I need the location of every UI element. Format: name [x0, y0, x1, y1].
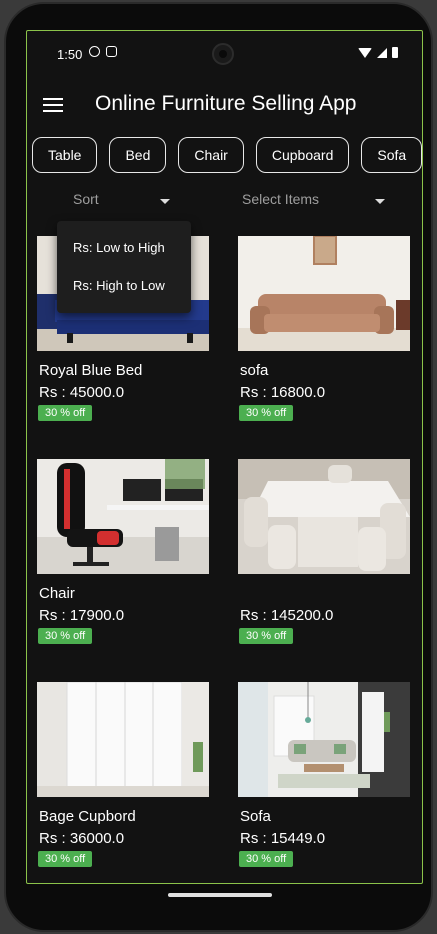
product-image-cupboard: [37, 682, 209, 797]
chip-sofa[interactable]: Sofa: [361, 137, 422, 173]
discount-badge: 30 % off: [38, 628, 93, 644]
status-right-icons: [358, 47, 398, 58]
home-indicator[interactable]: [168, 893, 272, 897]
app-bar: Online Furniture Selling App: [27, 87, 422, 127]
filter-row: Sort Select Items: [27, 191, 422, 215]
chip-cupboard[interactable]: Cupboard: [255, 137, 350, 173]
sort-option-low-to-high[interactable]: Rs: Low to High: [73, 240, 165, 255]
product-name: Chair: [39, 585, 75, 602]
product-card[interactable]: Chair Rs : 17900.0 30 % off: [37, 459, 209, 644]
discount-badge: 30 % off: [38, 851, 93, 867]
menu-icon[interactable]: [43, 98, 63, 114]
product-price: Rs : 16800.0: [240, 384, 326, 401]
screenshot-icon: [106, 46, 117, 57]
product-image-sofa: [238, 236, 410, 351]
sort-menu: Rs: Low to High Rs: High to Low: [57, 221, 191, 313]
product-card[interactable]: sofa Rs : 16800.0 30 % off: [238, 236, 410, 421]
product-name: Royal Blue Bed: [39, 362, 143, 379]
product-card[interactable]: Sofa Rs : 15449.0 30 % off: [238, 682, 410, 867]
signal-icon: [377, 47, 387, 58]
product-price: Rs : 145200.0: [240, 607, 334, 624]
product-price: Rs : 15449.0: [240, 830, 326, 847]
battery-icon: [392, 47, 398, 58]
sort-dropdown[interactable]: Sort: [73, 191, 173, 207]
select-items-label: Select Items: [242, 191, 320, 207]
product-image-chair: [37, 459, 209, 574]
status-bar: 1:50: [27, 31, 422, 75]
discount-badge: 30 % off: [239, 628, 294, 644]
product-card[interactable]: Bage Cupbord Rs : 36000.0 30 % off: [37, 682, 209, 867]
status-left-icons: [89, 46, 117, 57]
app-title: Online Furniture Selling App: [95, 92, 357, 115]
chevron-down-icon: [160, 199, 170, 204]
sort-label: Sort: [73, 191, 99, 207]
chip-table[interactable]: Table: [32, 137, 98, 173]
sort-option-high-to-low[interactable]: Rs: High to Low: [73, 278, 165, 293]
front-camera: [212, 43, 234, 65]
chip-chair[interactable]: Chair: [178, 137, 244, 173]
chip-bed[interactable]: Bed: [109, 137, 167, 173]
status-time: 1:50: [57, 47, 83, 62]
chevron-down-icon: [375, 199, 385, 204]
select-items-dropdown[interactable]: Select Items: [242, 191, 392, 207]
product-price: Rs : 45000.0: [39, 384, 125, 401]
phone-frame: 1:50 Online Furniture Selling App Table …: [4, 2, 433, 932]
product-image-dining-table: [238, 459, 410, 574]
product-card[interactable]: Rs : 145200.0 30 % off: [238, 459, 410, 644]
product-price: Rs : 17900.0: [39, 607, 125, 624]
discount-badge: 30 % off: [239, 851, 294, 867]
discount-badge: 30 % off: [38, 405, 93, 421]
product-name: sofa: [240, 362, 269, 379]
discount-badge: 30 % off: [239, 405, 294, 421]
product-name: Bage Cupbord: [39, 808, 136, 825]
do-not-disturb-icon: [89, 46, 100, 57]
app-screen: 1:50 Online Furniture Selling App Table …: [26, 30, 423, 884]
product-image-sofa-living-room: [238, 682, 410, 797]
category-chips: Table Bed Chair Cupboard Sofa: [32, 137, 422, 173]
product-price: Rs : 36000.0: [39, 830, 125, 847]
product-name: Sofa: [240, 808, 271, 825]
wifi-icon: [358, 47, 372, 58]
